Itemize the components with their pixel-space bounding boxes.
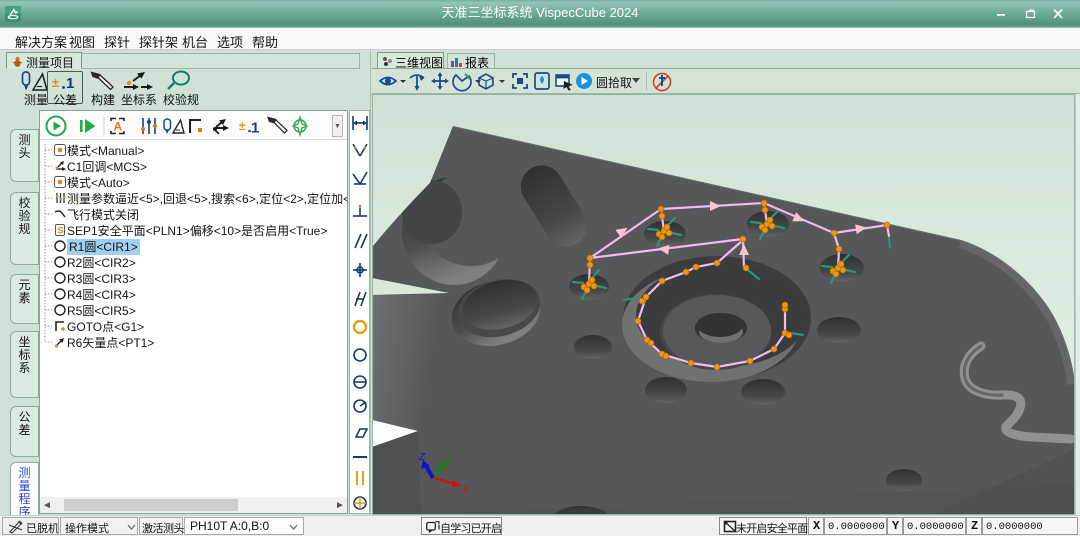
svg-text:±: ± [239,119,246,133]
svg-text:1: 1 [66,75,74,91]
svg-text:±: ± [52,75,59,90]
svg-text:Z: Z [418,452,426,463]
svg-text:X: X [461,485,469,496]
svg-text:A: A [114,120,123,134]
svg-text:S: S [58,226,64,236]
svg-text:1: 1 [251,120,259,137]
